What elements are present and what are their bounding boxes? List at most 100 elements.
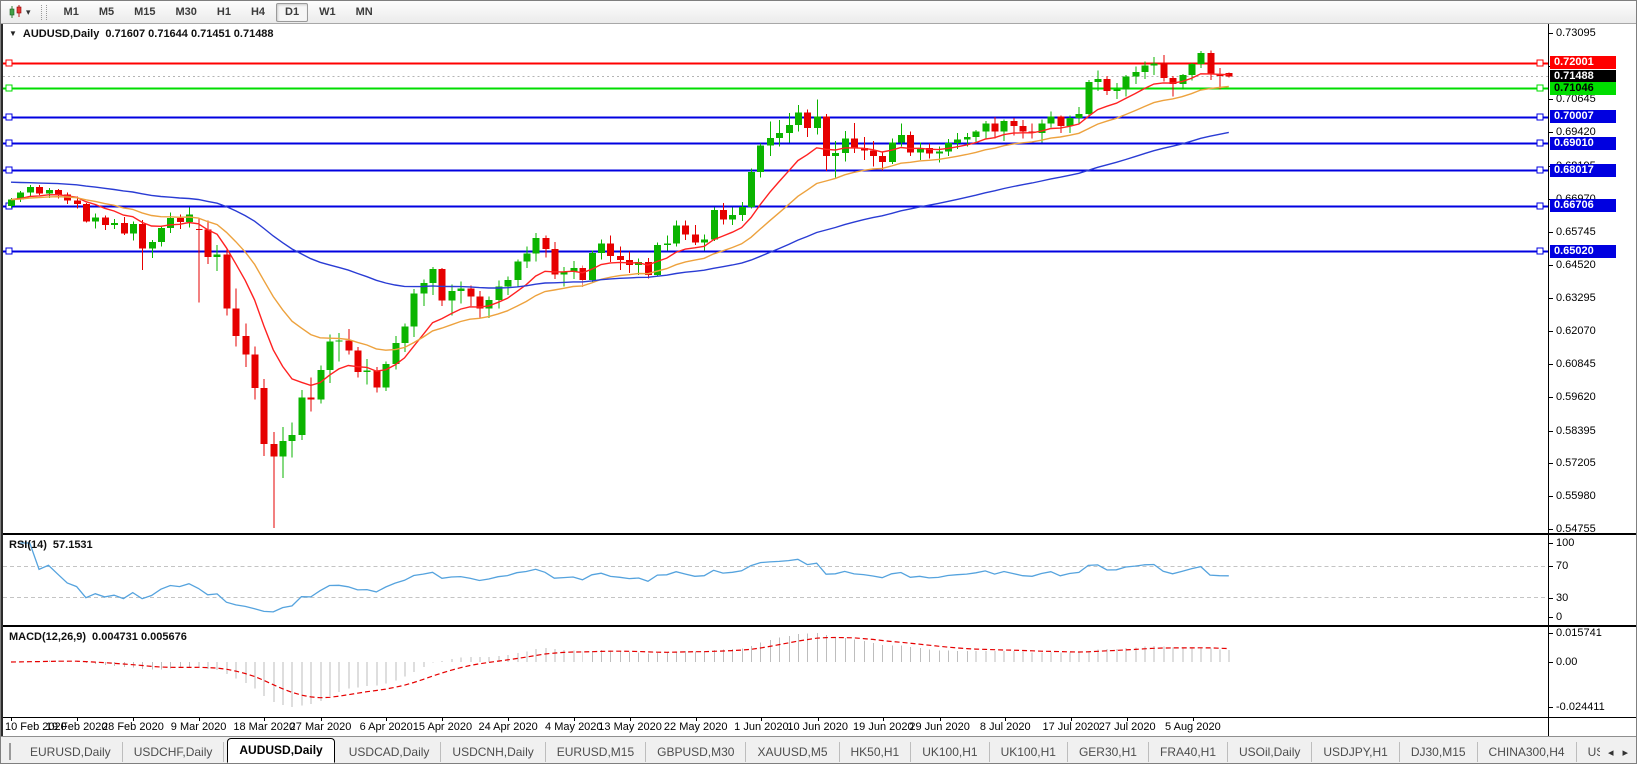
- price-badge: 0.72001: [1550, 56, 1616, 69]
- rsi-name: RSI(14): [9, 539, 47, 551]
- time-axis-label: 24 Apr 2020: [478, 721, 537, 733]
- time-axis-label: 17 Jul 2020: [1042, 721, 1099, 733]
- chart-tab-xauusd-m5[interactable]: XAUUSD,M5: [746, 742, 839, 762]
- time-axis-label: 29 Jun 2020: [909, 721, 970, 733]
- hline-handle[interactable]: [1537, 203, 1543, 209]
- chart-tab-eurusd-daily[interactable]: EURUSD,Daily: [19, 742, 123, 762]
- price-badge: 0.65020: [1550, 245, 1616, 258]
- price-axis-tick: 0.58395: [1549, 425, 1596, 437]
- chart-tab-usdcad-daily[interactable]: USDCAD,Daily: [338, 742, 442, 762]
- rsi-panel: RSI(14) 57.1531 10070300: [3, 533, 1637, 625]
- chart-tab-eurusd-m15[interactable]: EURUSD,M15: [546, 742, 646, 762]
- time-axis-label: 4 May 2020: [545, 721, 602, 733]
- chart-tab-uk100-h1[interactable]: UK100,H1: [990, 742, 1068, 762]
- timeframe-button-m5[interactable]: M5: [90, 3, 123, 22]
- chart-title: ▼ AUDUSD,Daily 0.71607 0.71644 0.71451 0…: [9, 28, 274, 40]
- timeframe-button-m1[interactable]: M1: [55, 3, 88, 22]
- hline-handle[interactable]: [6, 114, 12, 120]
- collapse-triangle-icon[interactable]: ▼: [9, 28, 17, 40]
- price-badge: 0.68017: [1550, 164, 1616, 177]
- price-axis[interactable]: 0.730950.718700.706450.694200.681950.669…: [1548, 24, 1637, 533]
- chart-tab-usdjpy-h1[interactable]: USDJPY,H1: [1312, 742, 1399, 762]
- chart-tab-hk50-h1[interactable]: HK50,H1: [840, 742, 912, 762]
- macd-panel: MACD(12,26,9) 0.004731 0.005676 0.015741…: [3, 625, 1637, 717]
- timeframe-button-d1[interactable]: D1: [276, 3, 308, 22]
- chevron-down-icon[interactable]: ▾: [26, 8, 31, 17]
- price-axis-tick: 0.57205: [1549, 457, 1596, 469]
- hline-handle[interactable]: [1537, 114, 1543, 120]
- chart-tab-ger30-h1[interactable]: GER30,H1: [1068, 742, 1149, 762]
- time-axis-label: 28 Feb 2020: [102, 721, 164, 733]
- time-axis-label: 10 Jun 2020: [787, 721, 848, 733]
- hline-handle[interactable]: [6, 167, 12, 173]
- macd-values: 0.004731 0.005676: [92, 631, 187, 643]
- timeframe-button-group: M1M5M15M30H1H4D1W1MN: [54, 3, 383, 22]
- hline-handle[interactable]: [6, 248, 12, 254]
- macd-title: MACD(12,26,9) 0.004731 0.005676: [9, 631, 187, 643]
- time-axis-label: 9 Mar 2020: [171, 721, 227, 733]
- price-plot[interactable]: ▼ AUDUSD,Daily 0.71607 0.71644 0.71451 0…: [3, 24, 1548, 533]
- rsi-axis-tick: 0: [1549, 611, 1562, 623]
- timeframe-button-h1[interactable]: H1: [208, 3, 240, 22]
- chart-tab-usdcnh-daily[interactable]: USDCNH,Daily: [441, 742, 545, 762]
- top-toolbar: ▾ M1M5M15M30H1H4D1W1MN: [1, 1, 1636, 24]
- macd-axis: 0.0157410.00-0.024411: [1548, 627, 1637, 717]
- candles: [8, 50, 1232, 527]
- hline-handle[interactable]: [6, 140, 12, 146]
- chart-title-symbol: AUDUSD,Daily: [23, 28, 99, 40]
- chart-type-button[interactable]: ▾: [5, 4, 34, 20]
- chart-tab-audusd-daily[interactable]: AUDUSD,Daily: [227, 738, 334, 763]
- time-axis-label: 6 Apr 2020: [360, 721, 413, 733]
- price-badge: 0.70007: [1550, 110, 1616, 123]
- tabs-scroll-right-button[interactable]: ▸: [1619, 745, 1631, 760]
- macd-plot[interactable]: MACD(12,26,9) 0.004731 0.005676: [3, 627, 1548, 717]
- timeframe-button-mn[interactable]: MN: [347, 3, 382, 22]
- rsi-plot[interactable]: RSI(14) 57.1531: [3, 535, 1548, 625]
- price-axis-tick: 0.59620: [1549, 391, 1596, 403]
- timeframe-button-h4[interactable]: H4: [242, 3, 274, 22]
- macd-name: MACD(12,26,9): [9, 631, 86, 643]
- hline-handle[interactable]: [1537, 60, 1543, 66]
- time-axis-label: 27 Mar 2020: [290, 721, 352, 733]
- rsi-value: 57.1531: [53, 539, 93, 551]
- time-axis-label: 5 Aug 2020: [1165, 721, 1221, 733]
- hline-handle[interactable]: [6, 60, 12, 66]
- price-axis-tick: 0.62070: [1549, 325, 1596, 337]
- chart-tab-gbpusd-m30[interactable]: GBPUSD,M30: [646, 742, 746, 762]
- price-badge: 0.66706: [1550, 199, 1616, 212]
- chart-tab-usdchf-daily[interactable]: USDCHF,Daily: [123, 742, 225, 762]
- time-axis-label: 18 Mar 2020: [233, 721, 295, 733]
- chart-tab-china300-h4[interactable]: CHINA300,H4: [1478, 742, 1577, 762]
- price-axis-tick: 0.65745: [1549, 226, 1596, 238]
- macd-canvas[interactable]: [3, 627, 1548, 717]
- chart-tab-usoil-daily[interactable]: USOil,Daily: [1228, 742, 1312, 762]
- rsi-canvas[interactable]: [3, 535, 1548, 625]
- price-axis-tick: 0.63295: [1549, 292, 1596, 304]
- toolbar-grip: [41, 5, 47, 20]
- hline-handle[interactable]: [1537, 140, 1543, 146]
- hline-handle[interactable]: [1537, 167, 1543, 173]
- rsi-axis: 10070300: [1548, 535, 1637, 625]
- timeframe-button-m15[interactable]: M15: [125, 3, 164, 22]
- macd-axis-tick: -0.024411: [1549, 701, 1605, 713]
- time-axis-label: 8 Jul 2020: [980, 721, 1031, 733]
- hline-handle[interactable]: [1537, 85, 1543, 91]
- hline-handle[interactable]: [1537, 248, 1543, 254]
- chart-tab-uk100-h1[interactable]: UK100,H1: [911, 742, 989, 762]
- timeframe-button-w1[interactable]: W1: [310, 3, 345, 22]
- axis-corner: [1548, 718, 1637, 738]
- rsi-title: RSI(14) 57.1531: [9, 539, 93, 551]
- moving-average-line: [11, 87, 1229, 351]
- chart-tab-fra40-h1[interactable]: FRA40,H1: [1149, 742, 1228, 762]
- chart-tabs: EURUSD,DailyUSDCHF,DailyAUDUSD,DailyUSDC…: [19, 738, 1636, 763]
- chart-title-ohlc: 0.71607 0.71644 0.71451 0.71488: [105, 28, 273, 40]
- timeframe-button-m30[interactable]: M30: [167, 3, 206, 22]
- time-axis-label: 22 May 2020: [664, 721, 728, 733]
- chart-tab-dj30-m15[interactable]: DJ30,M15: [1400, 742, 1478, 762]
- price-chart-canvas[interactable]: [3, 24, 1548, 533]
- tabs-scroll-left-button[interactable]: ◂: [1605, 745, 1617, 760]
- price-axis-tick: 0.54755: [1549, 523, 1596, 533]
- macd-histogram: [11, 633, 1228, 707]
- hline-handle[interactable]: [6, 85, 12, 91]
- time-axis[interactable]: 10 Feb 202019 Feb 202028 Feb 20209 Mar 2…: [3, 718, 1548, 738]
